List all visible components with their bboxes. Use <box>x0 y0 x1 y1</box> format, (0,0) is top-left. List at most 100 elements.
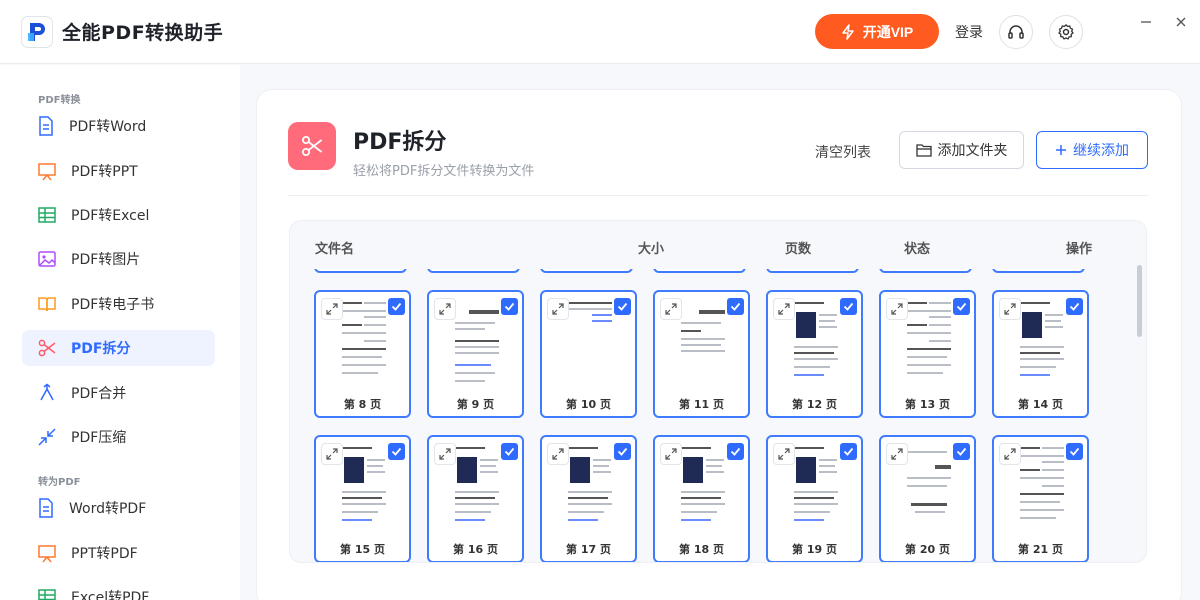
sidebar-item-pdf-to-image[interactable]: PDF转图片 <box>22 241 215 277</box>
page-checkbox[interactable] <box>840 298 857 315</box>
expand-button[interactable] <box>999 298 1021 320</box>
column-header-filename: 文件名 <box>315 242 355 257</box>
page-card-partial[interactable] <box>766 269 859 273</box>
page-card-partial[interactable] <box>540 269 633 273</box>
page-preview-content <box>794 358 838 360</box>
page-checkbox[interactable] <box>953 443 970 460</box>
expand-button[interactable] <box>660 298 682 320</box>
page-checkbox[interactable] <box>953 298 970 315</box>
page-card[interactable]: 第 8 页 <box>314 290 411 418</box>
sidebar-item-pdf-merge[interactable]: PDF合并 <box>22 375 215 411</box>
expand-button[interactable] <box>434 443 456 465</box>
add-folder-label: 添加文件夹 <box>937 142 1008 158</box>
sidebar-item-label: PDF拆分 <box>71 341 131 357</box>
scrollbar[interactable] <box>1137 265 1142 337</box>
page-preview-content <box>593 459 611 461</box>
page-preview-content <box>819 320 835 322</box>
page-preview-content <box>455 497 495 499</box>
page-checkbox[interactable] <box>614 298 631 315</box>
page-card[interactable]: 第 13 页 <box>879 290 976 418</box>
sidebar-item-excel-to-pdf[interactable]: Excel转PDF <box>22 579 215 600</box>
expand-icon <box>778 303 790 315</box>
page-checkbox[interactable] <box>501 443 518 460</box>
page-preview-content <box>1020 447 1040 449</box>
page-checkbox[interactable] <box>727 298 744 315</box>
page-label: 第 20 页 <box>905 543 950 556</box>
expand-button[interactable] <box>547 298 569 320</box>
sidebar-item-pdf-to-ebook[interactable]: PDF转电子书 <box>22 286 215 322</box>
page-checkbox[interactable] <box>1066 298 1083 315</box>
sidebar-item-pdf-to-ppt[interactable]: PDF转PPT <box>22 153 215 189</box>
page-preview-content <box>1045 314 1063 316</box>
page-preview-content <box>480 471 498 473</box>
expand-button[interactable] <box>321 443 343 465</box>
page-preview-content <box>699 310 725 314</box>
page-checkbox[interactable] <box>388 298 405 315</box>
sidebar-item-pdf-compress[interactable]: PDF压缩 <box>22 419 215 455</box>
page-checkbox[interactable] <box>614 443 631 460</box>
page-checkbox[interactable] <box>840 443 857 460</box>
support-button[interactable] <box>999 15 1033 49</box>
page-preview <box>679 296 728 394</box>
minimize-icon <box>1141 21 1151 23</box>
expand-button[interactable] <box>886 298 908 320</box>
page-card[interactable]: 第 21 页 <box>992 435 1089 562</box>
merge-icon <box>40 383 54 401</box>
vip-button[interactable]: 开通VIP <box>815 14 939 49</box>
page-card-partial[interactable] <box>427 269 520 273</box>
expand-button[interactable] <box>660 443 682 465</box>
expand-button[interactable] <box>999 443 1021 465</box>
page-card[interactable]: 第 16 页 <box>427 435 524 562</box>
page-preview <box>905 441 954 539</box>
minimize-button[interactable] <box>1138 14 1154 30</box>
page-card-partial[interactable] <box>992 269 1085 273</box>
page-checkbox[interactable] <box>1066 443 1083 460</box>
page-checkbox[interactable] <box>501 298 518 315</box>
expand-button[interactable] <box>321 298 343 320</box>
page-card[interactable]: 第 19 页 <box>766 435 863 562</box>
expand-button[interactable] <box>773 443 795 465</box>
clear-list-button[interactable]: 清空列表 <box>815 142 871 162</box>
page-preview-content <box>1042 447 1064 449</box>
page-card-partial[interactable] <box>653 269 746 273</box>
page-card[interactable]: 第 12 页 <box>766 290 863 418</box>
expand-button[interactable] <box>773 298 795 320</box>
expand-button[interactable] <box>547 443 569 465</box>
login-link[interactable]: 登录 <box>955 22 983 42</box>
checkmark-icon <box>617 447 628 456</box>
add-folder-button[interactable]: 添加文件夹 <box>899 131 1024 169</box>
page-checkbox[interactable] <box>727 443 744 460</box>
page-preview-content <box>593 471 611 473</box>
page-preview-content <box>1020 509 1064 511</box>
page-preview-content <box>706 471 724 473</box>
page-preview-content <box>364 316 386 318</box>
page-checkbox[interactable] <box>388 443 405 460</box>
sidebar-section-pdf-convert: PDF转换 <box>38 95 81 106</box>
page-card-partial[interactable] <box>879 269 972 273</box>
page-card-partial[interactable] <box>314 269 407 273</box>
page-card[interactable]: 第 9 页 <box>427 290 524 418</box>
sidebar-item-word-to-pdf[interactable]: Word转PDF <box>22 490 215 526</box>
page-card[interactable]: 第 20 页 <box>879 435 976 562</box>
sidebar-item-pdf-to-word[interactable]: PDF转Word <box>22 108 215 144</box>
page-card[interactable]: 第 14 页 <box>992 290 1089 418</box>
page-card[interactable]: 第 17 页 <box>540 435 637 562</box>
page-preview-content <box>342 324 362 326</box>
page-preview <box>792 296 841 394</box>
settings-button[interactable] <box>1049 15 1083 49</box>
expand-icon <box>665 448 677 460</box>
page-card[interactable]: 第 11 页 <box>653 290 750 418</box>
expand-button[interactable] <box>434 298 456 320</box>
sidebar-item-pdf-to-excel[interactable]: PDF转Excel <box>22 197 215 233</box>
expand-icon <box>439 303 451 315</box>
sidebar-item-pdf-split[interactable]: PDF拆分 <box>22 330 215 366</box>
sidebar-item-ppt-to-pdf[interactable]: PPT转PDF <box>22 535 215 571</box>
close-button[interactable] <box>1173 14 1189 30</box>
page-card[interactable]: 第 15 页 <box>314 435 411 562</box>
page-card[interactable]: 第 10 页 <box>540 290 637 418</box>
page-preview-content <box>455 447 485 449</box>
page-card[interactable]: 第 18 页 <box>653 435 750 562</box>
continue-add-button[interactable]: 继续添加 <box>1036 131 1148 169</box>
spreadsheet-icon <box>38 589 56 600</box>
expand-button[interactable] <box>886 443 908 465</box>
